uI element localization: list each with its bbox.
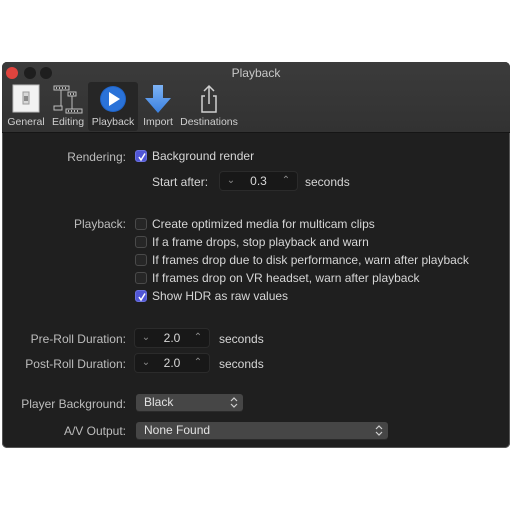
pre-roll-unit: seconds: [219, 332, 264, 346]
increment-button[interactable]: ⌃: [277, 172, 295, 190]
increment-button[interactable]: ⌃: [189, 329, 207, 347]
film-strip-icon: [52, 84, 84, 114]
vr-headset-checkbox[interactable]: [135, 272, 147, 284]
tab-editing[interactable]: Editing: [48, 82, 88, 131]
pre-roll-stepper[interactable]: ⌄ 2.0 ⌃: [134, 328, 210, 348]
disk-performance-label: If frames drop due to disk performance, …: [152, 253, 469, 267]
av-output-popup[interactable]: None Found: [136, 422, 388, 439]
tab-general-label: General: [7, 116, 45, 128]
start-after-unit: seconds: [305, 175, 350, 189]
checkmark-icon: [138, 293, 146, 302]
up-down-chevron-icon: [230, 397, 238, 408]
decrement-button[interactable]: ⌄: [137, 329, 155, 347]
tab-general[interactable]: General: [5, 82, 47, 131]
checkmark-icon: [138, 153, 146, 162]
down-arrow-icon: [142, 84, 174, 114]
show-hdr-checkbox[interactable]: [135, 290, 147, 302]
av-output-value: None Found: [144, 423, 211, 437]
tab-destinations[interactable]: Destinations: [178, 82, 240, 131]
rendering-label: Rendering:: [67, 150, 126, 164]
start-after-stepper[interactable]: ⌄ 0.3 ⌃: [219, 171, 298, 191]
pre-roll-label: Pre-Roll Duration:: [30, 332, 126, 346]
optimized-media-label: Create optimized media for multicam clip…: [152, 217, 375, 231]
playback-label: Playback:: [73, 217, 126, 231]
post-roll-label: Post-Roll Duration:: [25, 357, 126, 371]
disk-performance-checkbox[interactable]: [135, 254, 147, 266]
post-roll-value[interactable]: 2.0: [155, 354, 189, 372]
up-down-chevron-icon: [375, 425, 383, 436]
play-circle-icon: [97, 84, 129, 114]
share-icon: [193, 84, 225, 114]
vr-headset-label: If frames drop on VR headset, warn after…: [152, 271, 420, 285]
decrement-button[interactable]: ⌄: [137, 354, 155, 372]
player-background-popup[interactable]: Black: [136, 394, 243, 411]
decrement-button[interactable]: ⌄: [222, 172, 240, 190]
tab-playback-label: Playback: [91, 116, 135, 128]
pre-roll-value[interactable]: 2.0: [155, 329, 189, 347]
preferences-window: Playback General Editing Playback Import…: [2, 62, 510, 448]
background-render-label: Background render: [152, 149, 255, 163]
frame-drop-stop-label: If a frame drops, stop playback and warn: [152, 235, 369, 249]
titlebar-toolbar: Playback General Editing Playback Import…: [2, 62, 510, 133]
post-roll-stepper[interactable]: ⌄ 2.0 ⌃: [134, 353, 210, 373]
player-background-value: Black: [144, 395, 174, 409]
show-hdr-label: Show HDR as raw values: [152, 289, 289, 303]
background-render-checkbox[interactable]: [135, 150, 147, 162]
frame-drop-stop-checkbox[interactable]: [135, 236, 147, 248]
tab-editing-label: Editing: [51, 116, 85, 128]
start-after-label: Start after:: [152, 175, 209, 189]
tab-import[interactable]: Import: [139, 82, 177, 131]
tab-import-label: Import: [143, 116, 173, 128]
increment-button[interactable]: ⌃: [189, 354, 207, 372]
window-title: Playback: [231, 66, 281, 80]
post-roll-unit: seconds: [219, 357, 264, 371]
tab-destinations-label: Destinations: [180, 116, 238, 128]
start-after-value[interactable]: 0.3: [240, 172, 277, 190]
optimized-media-checkbox[interactable]: [135, 218, 147, 230]
av-output-label: A/V Output:: [63, 424, 126, 438]
switch-icon: [10, 84, 42, 114]
tab-playback[interactable]: Playback: [88, 82, 138, 131]
player-background-label: Player Background:: [21, 397, 126, 411]
